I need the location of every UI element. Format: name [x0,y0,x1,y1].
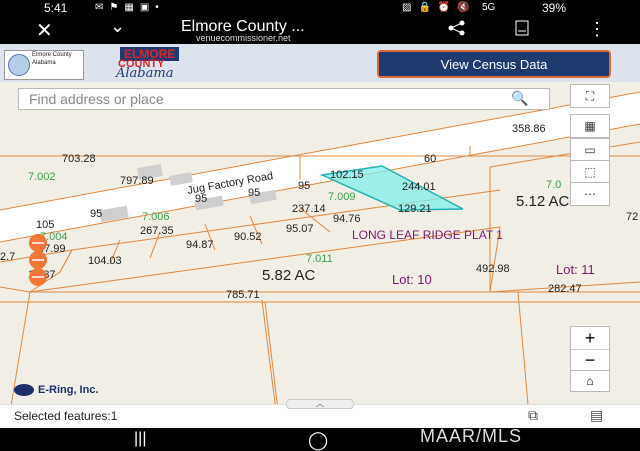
dimension-label: 129.21 [398,203,432,215]
close-icon[interactable]: ✕ [36,18,53,43]
dot-icon: • [155,2,159,13]
county-seal-icon [8,54,30,76]
dimension-label: 95 [90,208,102,220]
dimension-label: 267.35 [140,225,174,237]
selected-features-text: Selected features:1 [14,409,118,423]
calendar-icon: ▦ [124,2,134,13]
dimension-label: 492.98 [476,263,510,275]
dimension-label: 244.01 [402,181,436,193]
clock: 5:41 [44,1,68,15]
dimension-label: 94.87 [186,239,214,251]
browser-app-bar: ✕ ⌄ Elmore County ... venuecommissioner.… [0,16,640,44]
vendor-mark-icon [14,384,34,397]
vendor-logo: E-Ring, Inc. [14,384,99,397]
parcel-map[interactable]: 703.28 797.89 358.86 60 102.15 244.01 12… [0,82,640,428]
document-icon[interactable] [515,20,529,41]
map-view[interactable]: 703.28 797.89 358.86 60 102.15 244.01 12… [0,82,640,428]
search-input[interactable]: Find address or place [29,91,164,107]
dimension-label: 785.71 [226,289,260,301]
system-icons: ▨ 🔒 ⏰ 🔇 [402,2,470,13]
dimension-label: 797.89 [120,175,154,187]
home-icon[interactable]: ⌂ [570,370,610,392]
zoom-in-button[interactable]: + [571,327,609,349]
parcel-id: 7.0 [546,179,561,191]
gallery-icon: ▣ [139,2,150,13]
brand-line3: Alabama [116,66,174,81]
dimension-label: 282.47 [548,283,582,295]
parcel-id: 7.009 [328,191,356,203]
watermark: MAAR/MLS [420,426,523,446]
alarm-icon: ⏰ [437,2,451,13]
select-icon[interactable]: ⬚ [570,160,610,184]
zoom-controls: + − [570,326,610,372]
dimension-label: 95 [248,187,260,199]
logo-line2: Alabama [32,60,56,66]
subdivision-label: LONG LEAF RIDGE PLAT 1 [352,228,503,242]
select-tool-icon[interactable]: ⧉ [528,407,538,424]
dimension-label: 104.03 [88,255,122,267]
view-census-data-button[interactable]: View Census Data [377,50,611,78]
status-bar: 5:41 ✉ ⚑ ▦ ▣ • ▨ 🔒 ⏰ 🔇 5G 39% [0,0,640,16]
more-options-icon[interactable]: ⋮ [588,20,606,38]
more-tools-icon[interactable]: ⋯ [570,182,610,206]
lock-icon: 🔒 [418,2,431,13]
dimension-label: 94.76 [333,213,361,225]
image-icon: ▨ [402,2,412,13]
page-url: venuecommissioner.net [196,33,291,43]
network-indicator: 5G [482,2,496,13]
map-footer: ︿ Selected features:1 ⧉ ▤ [0,399,640,428]
edge-label: 72 [626,211,638,223]
dimension-label: 60 [424,153,436,165]
parcel-id: 7.002 [28,171,56,183]
dimension-label: 95 [298,180,310,192]
parcel-id: 7.011 [306,253,333,265]
acreage-label: 5.12 AC [516,193,570,210]
county-logo: Elmore County Alabama [4,50,84,80]
measure-icon[interactable]: ▭ [570,138,610,162]
dimension-label: 102.15 [330,169,364,181]
dimension-label: 703.28 [62,153,96,165]
flag-icon: ⚑ [109,2,119,13]
chevron-down-icon[interactable]: ⌄ [110,16,125,37]
dimension-label: 237.14 [292,203,326,215]
vendor-name: E-Ring, Inc. [38,384,99,396]
acreage-label: 5.82 AC [262,267,316,284]
home-button-icon[interactable]: ◯ [308,430,328,451]
dimension-label: 105 [36,219,54,231]
panel-expand-handle[interactable]: ︿ [286,399,354,409]
edge-label: 2.7 [0,251,15,263]
parcel-id: 7.006 [142,211,170,223]
system-nav-bar: ||| ◯ [0,428,640,450]
notification-icons: ✉ ⚑ ▦ ▣ • [95,2,159,13]
share-icon[interactable] [448,20,466,41]
table-icon[interactable]: ▤ [590,407,603,424]
basemap-icon[interactable]: ▦ [570,114,610,138]
search-icon[interactable]: 🔍 [511,90,528,107]
battery-percent: 39% [542,1,567,15]
logo-line1: Elmore County [32,52,72,58]
zoom-out-button[interactable]: − [571,349,609,372]
search-box[interactable]: Find address or place 🔍 [18,88,550,110]
orange-marker-icons[interactable] [29,234,47,286]
fullscreen-icon[interactable]: ⛶ [570,84,610,108]
dimension-label: 358.86 [512,123,546,135]
lot-label: Lot: 11 [556,262,595,277]
lot-label: Lot: 10 [392,272,432,287]
dimension-label: 95.07 [286,223,314,235]
recent-apps-icon[interactable]: ||| [134,430,146,448]
dimension-label: 90.52 [234,231,262,243]
mail-icon: ✉ [95,2,104,13]
mute-icon: 🔇 [457,2,470,13]
